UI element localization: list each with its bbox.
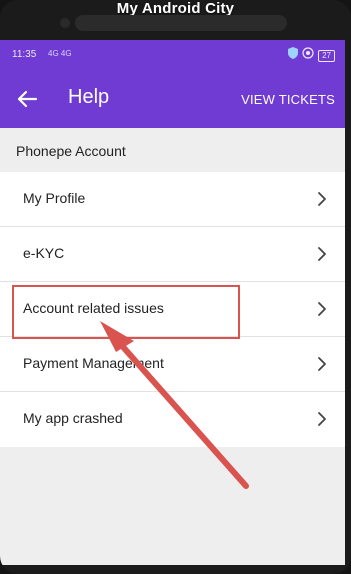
list-item-e-kyc[interactable]: e-KYC [0, 227, 345, 282]
list-item-label: My Profile [23, 190, 86, 206]
chevron-right-icon [318, 302, 326, 316]
section-title: Phonepe Account [16, 143, 126, 159]
chevron-right-icon [318, 412, 326, 426]
phone-screen: 11:35 4G 4G 27 Help VIEW TICKETS Phonepe… [0, 40, 345, 565]
list-item-payment-management[interactable]: Payment Management [0, 337, 345, 392]
chevron-right-icon [318, 192, 326, 206]
phone-frame: My Android City 11:35 4G 4G 27 Help VIEW… [0, 0, 351, 574]
list-item-my-profile[interactable]: My Profile [0, 172, 345, 227]
chevron-right-icon [318, 357, 326, 371]
list-item-label: e-KYC [23, 245, 65, 261]
page-title: Help [68, 86, 110, 108]
app-bar: Help VIEW TICKETS [0, 70, 345, 128]
list-item-label: Account related issues [23, 300, 164, 316]
help-topic-list: My Profile e-KYC Account related issues … [0, 172, 345, 447]
list-item-label: My app crashed [23, 410, 123, 426]
section-header: Phonepe Account [0, 128, 345, 172]
shield-icon [288, 47, 299, 64]
speaker-grille [75, 15, 287, 31]
chevron-right-icon [318, 247, 326, 261]
list-item-label: Payment Management [23, 355, 164, 371]
list-item-account-related-issues[interactable]: Account related issues [0, 282, 345, 337]
status-bar: 11:35 4G 4G 27 [0, 40, 345, 70]
status-signal: 4G 4G [48, 49, 72, 58]
status-icons: 27 [288, 47, 335, 64]
view-tickets-button[interactable]: VIEW TICKETS [241, 92, 335, 107]
battery-icon: 27 [318, 49, 335, 62]
status-time: 11:35 [12, 49, 37, 60]
camera-icon [60, 18, 70, 28]
list-item-my-app-crashed[interactable]: My app crashed [0, 392, 345, 447]
alarm-icon [302, 47, 314, 64]
back-arrow-icon[interactable] [12, 84, 42, 114]
